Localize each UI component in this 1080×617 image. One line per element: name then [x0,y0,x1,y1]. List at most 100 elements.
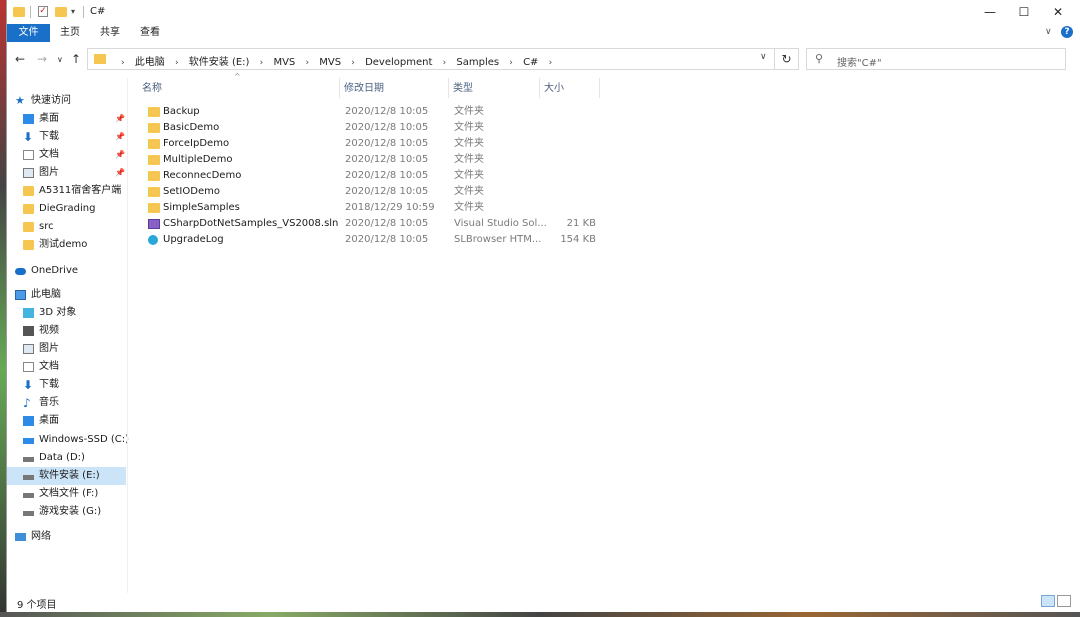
sidebar-item[interactable]: 视频 [7,322,126,340]
sidebar-item[interactable]: ⬇ 下载 📌 [7,128,126,146]
column-header-type[interactable]: 类型 [449,78,540,98]
sidebar-item[interactable]: ★ 快速访问 [7,92,126,110]
file-size: 21 KB [566,218,596,229]
chevron-right-icon[interactable]: › [351,58,355,68]
folder-icon [148,171,160,181]
sidebar-item[interactable]: DieGrading [7,200,126,218]
tab-share[interactable]: 共享 [95,24,125,42]
file-date: 2020/12/8 10:05 [345,122,429,133]
sidebar-item[interactable]: 桌面 [7,412,126,430]
sidebar-item[interactable]: 图片 📌 [7,164,126,182]
help-icon[interactable]: ? [1061,26,1073,38]
details-view-button[interactable] [1041,595,1055,607]
breadcrumb-item[interactable]: Samples [456,57,499,68]
sidebar-item-label: 软件安装 (E:) [39,470,100,481]
pin-icon[interactable]: 📌 [115,146,125,164]
forward-button[interactable]: → [37,52,47,66]
sidebar-item[interactable]: 测试demo [7,236,126,254]
file-type: 文件夹 [454,202,484,213]
file-row[interactable]: Backup 2020/12/8 10:05 文件夹 [138,104,598,120]
folder-icon [148,123,160,133]
sidebar-item[interactable]: 文档 [7,358,126,376]
drive-icon [23,475,34,480]
sidebar-item[interactable]: 此电脑 [7,286,126,304]
column-header-date[interactable]: 修改日期 [340,78,449,98]
file-row[interactable]: CSharpDotNetSamples_VS2008.sln 2020/12/8 … [138,216,598,232]
sidebar-item[interactable]: 软件安装 (E:) [7,467,126,485]
properties-icon[interactable]: ✓ [38,6,48,17]
sidebar-item[interactable]: ⬇ 下载 [7,376,126,394]
sidebar-item[interactable]: Data (D:) [7,449,126,467]
column-header-size[interactable]: 大小 [540,78,600,98]
sidebar-item[interactable]: 游戏安装 (G:) [7,503,126,521]
file-date: 2020/12/8 10:05 [345,154,429,165]
sidebar-item-label: OneDrive [31,265,79,276]
file-row[interactable]: BasicDemo 2020/12/8 10:05 文件夹 [138,120,598,136]
column-header-name[interactable]: 名称 [138,78,340,98]
search-input[interactable]: ⚲ 搜索"C#" [806,48,1066,70]
new-folder-icon[interactable] [55,7,67,17]
network-icon [15,533,26,541]
sidebar-item[interactable]: 3D 对象 [7,304,126,322]
pin-icon[interactable]: 📌 [115,164,125,182]
back-button[interactable]: ← [15,52,25,66]
tab-file[interactable]: 文件 [7,24,50,42]
sidebar-item-label: 桌面 [39,415,59,426]
chevron-right-icon[interactable]: › [443,58,447,68]
chevron-right-icon[interactable]: › [121,58,125,68]
file-row[interactable]: SetIODemo 2020/12/8 10:05 文件夹 [138,184,598,200]
sidebar-item[interactable]: Windows-SSD (C:) [7,431,129,449]
tab-view[interactable]: 查看 [135,24,165,42]
sidebar-item[interactable]: 文档 📌 [7,146,126,164]
breadcrumb-item[interactable]: C# [523,57,538,68]
folder-icon [13,7,25,17]
file-row[interactable]: MultipleDemo 2020/12/8 10:05 文件夹 [138,152,598,168]
breadcrumb-item[interactable]: Development [365,57,432,68]
chevron-right-icon[interactable]: › [305,58,309,68]
large-icons-view-button[interactable] [1057,595,1071,607]
sidebar-item-label: 测试demo [39,239,88,250]
chevron-right-icon[interactable]: › [509,58,513,68]
file-row[interactable]: ReconnecDemo 2020/12/8 10:05 文件夹 [138,168,598,184]
chevron-right-icon[interactable]: › [260,58,264,68]
breadcrumb-item[interactable]: 此电脑 [135,57,165,68]
sidebar-item-label: 文档 [39,361,59,372]
file-row[interactable]: SimpleSamples 2018/12/29 10:59 文件夹 [138,200,598,216]
sidebar-item-label: DieGrading [39,203,96,214]
chevron-down-icon[interactable]: ∨ [760,52,767,62]
breadcrumb-item[interactable]: MVS [319,57,341,68]
sidebar-item[interactable]: A5311宿舍客户端 [7,182,126,200]
pin-icon[interactable]: 📌 [115,110,125,128]
maximize-button[interactable]: ☐ [1007,0,1041,24]
sidebar-item[interactable]: OneDrive [7,262,126,280]
file-row[interactable]: UpgradeLog 2020/12/8 10:05 SLBrowser HTM..… [138,232,598,248]
up-button[interactable]: ↑ [71,52,81,66]
file-row[interactable]: ForceIpDemo 2020/12/8 10:05 文件夹 [138,136,598,152]
drive-icon [23,457,34,462]
refresh-button[interactable]: ↻ [775,48,799,70]
recent-locations-button[interactable]: ∨ [57,55,63,64]
chevron-right-icon[interactable]: › [549,58,553,68]
sidebar-item[interactable]: ♪ 音乐 [7,394,126,412]
pin-icon[interactable]: 📌 [115,128,125,146]
chevron-right-icon[interactable]: › [175,58,179,68]
sidebar-item-label: Windows-SSD (C:) [39,434,129,445]
file-name: UpgradeLog [163,234,224,245]
customize-toolbar-icon[interactable]: ▾ [71,7,75,21]
folder-icon [23,222,34,232]
pane-splitter[interactable] [127,78,128,593]
sidebar-item[interactable]: 桌面 📌 [7,110,126,128]
breadcrumb-item[interactable]: MVS [273,57,295,68]
sidebar-item[interactable]: 图片 [7,340,126,358]
sidebar-item[interactable]: 文档文件 (F:) [7,485,126,503]
breadcrumb-item[interactable]: 软件安装 (E:) [189,57,250,68]
sidebar-item[interactable]: src [7,218,126,236]
tab-home[interactable]: 主页 [55,24,85,42]
ribbon-collapse-button[interactable]: ∨ [1045,27,1052,37]
file-name: BasicDemo [163,122,220,133]
document-icon [23,362,34,372]
close-button[interactable]: ✕ [1041,0,1075,24]
address-bar[interactable]: › 此电脑 › 软件安装 (E:) › MVS › MVS › Developm… [87,48,775,70]
sidebar-item[interactable]: 网络 [7,528,126,546]
minimize-button[interactable]: — [973,0,1007,24]
